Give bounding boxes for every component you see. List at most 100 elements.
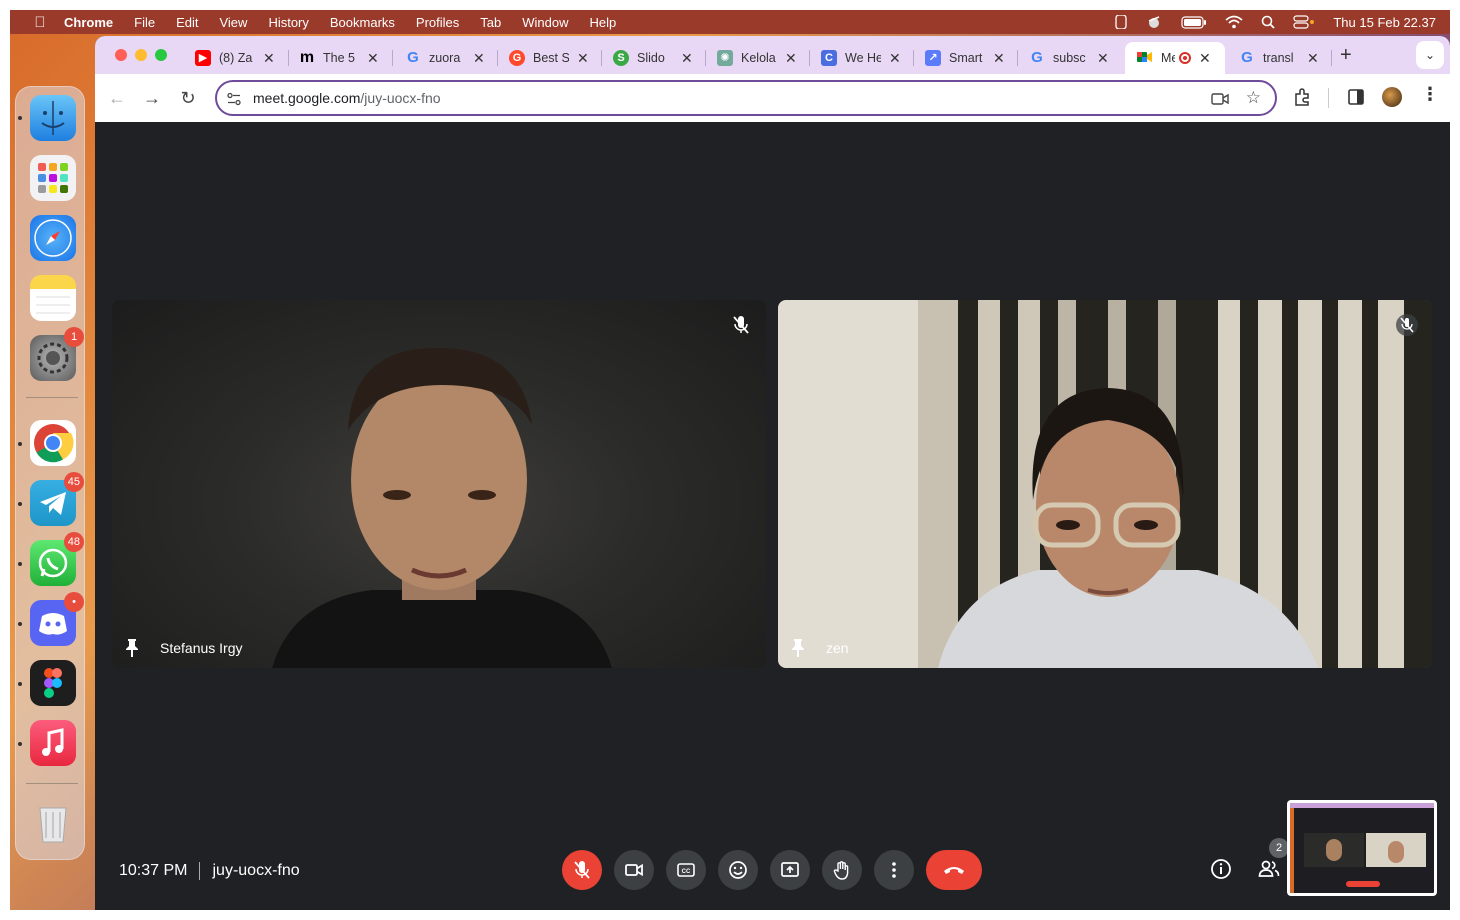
battery-icon[interactable] [1181, 15, 1207, 29]
telegram-icon[interactable]: 45 [30, 472, 84, 526]
reload-icon[interactable]: ↻ [176, 86, 200, 110]
finder-icon[interactable] [30, 95, 76, 141]
side-panel-icon[interactable] [1348, 89, 1364, 105]
tab-translate[interactable]: G transl ✕ [1227, 42, 1331, 74]
tab-slido[interactable]: S Slido ✕ [601, 42, 705, 74]
participant-count-badge: 2 [1269, 838, 1289, 858]
profile-avatar[interactable] [1382, 87, 1402, 107]
people-icon[interactable] [1258, 858, 1280, 880]
mic-toggle-button[interactable] [562, 850, 602, 890]
close-tab-icon[interactable]: ✕ [473, 50, 485, 67]
discord-icon[interactable]: • [30, 592, 84, 646]
present-screen-button[interactable] [770, 850, 810, 890]
tab-youtube[interactable]: ▶ (8) Za ✕ [183, 42, 287, 74]
raise-hand-button[interactable] [822, 850, 862, 890]
close-tab-icon[interactable]: ✕ [993, 50, 1005, 67]
site-settings-icon[interactable] [227, 92, 241, 106]
figma-menubar-icon[interactable] [1115, 15, 1128, 29]
youtube-icon: ▶ [195, 50, 211, 66]
self-view-thumbnail[interactable] [1287, 800, 1437, 896]
menu-file[interactable]: File [134, 15, 155, 30]
captions-button[interactable]: CC [666, 850, 706, 890]
tab-best[interactable]: G Best S ✕ [497, 42, 601, 74]
close-tab-icon[interactable]: ✕ [577, 50, 589, 67]
meeting-time: 10:37 PM [119, 862, 188, 879]
minimize-window-button[interactable] [135, 49, 147, 61]
new-tab-icon[interactable]: + [1340, 44, 1352, 67]
google-icon: G [1031, 49, 1043, 66]
extensions-puzzle-icon[interactable] [1293, 87, 1313, 107]
tab-zuora[interactable]: G zuora ✕ [393, 42, 497, 74]
close-tab-icon[interactable]: ✕ [263, 50, 275, 67]
launchpad-icon[interactable] [30, 155, 76, 201]
url-text: meet.google.com/juy-uocx-fno [253, 90, 441, 106]
present-screen-icon [781, 862, 799, 877]
close-tab-icon[interactable]: ✕ [1097, 50, 1109, 67]
chart-icon: ↗ [925, 50, 941, 66]
notes-icon[interactable] [30, 275, 76, 321]
camera-in-use-icon[interactable] [1211, 92, 1229, 106]
menu-bookmarks[interactable]: Bookmarks [330, 15, 395, 30]
tab-strip: ▶ (8) Za ✕ m The 5 ✕ G zuora ✕ G Best S … [95, 36, 1450, 74]
menu-profiles[interactable]: Profiles [416, 15, 459, 30]
bookmark-star-icon[interactable]: ☆ [1246, 88, 1261, 108]
close-tab-icon[interactable]: ✕ [889, 50, 901, 67]
tab-meet-active[interactable]: Me ✕ [1125, 42, 1225, 74]
whatsapp-icon[interactable]: 48 [30, 532, 84, 586]
menu-edit[interactable]: Edit [176, 15, 198, 30]
dock-running-indicator [18, 622, 22, 626]
participant-tile[interactable]: Stefanus Irgy [112, 300, 766, 668]
chrome-icon[interactable] [30, 420, 76, 466]
menu-app-name[interactable]: Chrome [64, 15, 113, 30]
safari-icon[interactable] [30, 215, 76, 261]
menu-tab[interactable]: Tab [480, 15, 501, 30]
close-window-button[interactable] [115, 49, 127, 61]
tab-search-chevron-down-icon[interactable]: ⌄ [1416, 41, 1444, 69]
chrome-menu-kebab-icon[interactable]: ⋮ [1421, 84, 1439, 105]
leave-call-button[interactable] [926, 850, 982, 890]
reactions-button[interactable] [718, 850, 758, 890]
close-tab-icon[interactable]: ✕ [367, 50, 379, 67]
menu-help[interactable]: Help [590, 15, 617, 30]
meeting-info-icon[interactable] [1210, 858, 1232, 880]
pin-icon[interactable] [790, 638, 806, 658]
participant-tile[interactable]: zen [778, 300, 1432, 668]
tab-we-he[interactable]: C We He ✕ [809, 42, 913, 74]
trash-icon[interactable] [30, 800, 76, 846]
recording-indicator-icon [1179, 52, 1191, 64]
smiley-icon [729, 861, 747, 879]
tab-smart[interactable]: ↗ Smart ✕ [913, 42, 1017, 74]
tab-subsc[interactable]: G subsc ✕ [1017, 42, 1121, 74]
participant-name: Stefanus Irgy [160, 640, 243, 656]
music-icon[interactable] [30, 720, 76, 766]
control-center-icon[interactable] [1293, 15, 1315, 29]
figma-icon[interactable] [30, 660, 76, 706]
tab-kelola[interactable]: ✺ Kelola ✕ [705, 42, 809, 74]
cleanup-menubar-icon[interactable] [1145, 15, 1163, 29]
menu-history[interactable]: History [268, 15, 308, 30]
system-settings-icon[interactable]: 1 [30, 327, 84, 381]
forward-arrow-icon[interactable]: → [140, 86, 164, 110]
close-tab-icon[interactable]: ✕ [1307, 50, 1319, 67]
close-tab-icon[interactable]: ✕ [1199, 50, 1211, 67]
back-arrow-icon[interactable]: ← [105, 86, 129, 110]
wifi-icon[interactable] [1225, 15, 1243, 29]
close-tab-icon[interactable]: ✕ [785, 50, 797, 67]
zoom-window-button[interactable] [155, 49, 167, 61]
more-vertical-icon [892, 862, 896, 878]
apple-menu-icon[interactable]:  [30, 14, 50, 31]
menubar-clock[interactable]: Thu 15 Feb 22.37 [1333, 15, 1436, 30]
muted-mic-icon [1396, 314, 1418, 336]
menu-view[interactable]: View [219, 15, 247, 30]
pin-icon[interactable] [124, 638, 140, 658]
address-bar[interactable]: meet.google.com/juy-uocx-fno ☆ [215, 80, 1277, 116]
hand-icon [833, 861, 849, 880]
spotlight-search-icon[interactable] [1261, 15, 1275, 29]
camera-toggle-button[interactable] [614, 850, 654, 890]
thumbnail-tile [1366, 833, 1426, 867]
tab-medium[interactable]: m The 5 ✕ [287, 42, 391, 74]
more-options-button[interactable] [874, 850, 914, 890]
close-tab-icon[interactable]: ✕ [681, 50, 693, 67]
settings-badge: 1 [64, 327, 84, 347]
menu-window[interactable]: Window [522, 15, 568, 30]
